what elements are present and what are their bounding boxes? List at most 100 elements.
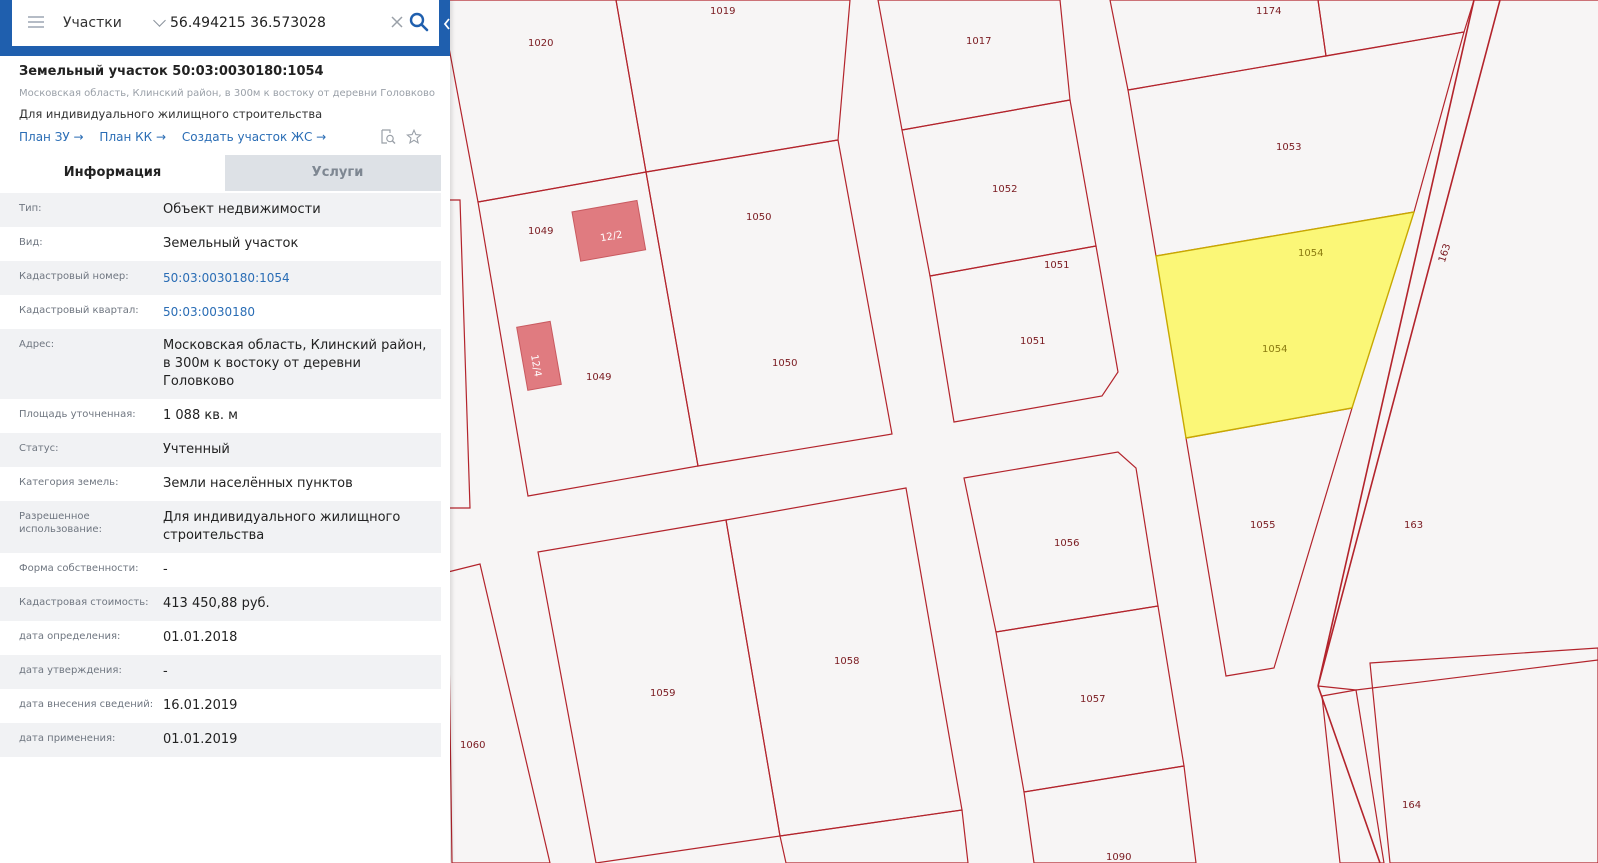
label-1174: 1174 xyxy=(1256,6,1281,17)
parcel-1017 xyxy=(877,0,1071,131)
row-key: Форма собственности: xyxy=(19,563,139,574)
label-1054b: 1054 xyxy=(1262,344,1287,355)
parcel-links: План ЗУ → План КК → Создать участок ЖС → xyxy=(19,130,338,144)
parcel-1060 xyxy=(447,563,551,863)
parcel-1050 xyxy=(645,139,893,467)
parcel-usage: Для индивидуального жилищного строительс… xyxy=(19,107,323,121)
parcel-1020 xyxy=(439,0,647,203)
plan-kk-link[interactable]: План КК → xyxy=(99,130,166,144)
search-input[interactable] xyxy=(170,11,376,35)
row-key: Статус: xyxy=(19,443,59,454)
info-table: Тип: Объект недвижимости Вид: Земельный уча… xyxy=(0,193,441,757)
label-1050a: 1050 xyxy=(746,212,771,223)
chevron-left-icon[interactable] xyxy=(441,12,453,36)
chevron-down-icon xyxy=(152,14,166,27)
label-1052: 1052 xyxy=(992,184,1017,195)
row-value: 01.01.2018 xyxy=(163,630,238,645)
table-row: Кадастровый номер: 50:03:0030180:1054 xyxy=(0,261,441,295)
label-1055: 1055 xyxy=(1250,520,1275,531)
panel-edge xyxy=(441,56,450,863)
row-value-link[interactable]: 50:03:0030180:1054 xyxy=(162,261,441,295)
row-key: Вид: xyxy=(19,237,43,248)
info-tabs: Информация Услуги xyxy=(0,155,450,191)
table-row: Адрес: Московская область, Клинский район… xyxy=(0,329,441,399)
label-1051b: 1051 xyxy=(1020,336,1045,347)
label-1060: 1060 xyxy=(460,740,485,751)
tab-services[interactable]: Услуги xyxy=(225,155,450,191)
label-1051a: 1051 xyxy=(1044,260,1069,271)
table-row: Площадь уточненная: 1 088 кв. м xyxy=(0,399,441,433)
road-163b xyxy=(1317,685,1381,863)
row-key: Кадастровая стоимость: xyxy=(19,597,149,608)
parcel-1090 xyxy=(1023,765,1197,863)
plan-zu-link[interactable]: План ЗУ → xyxy=(19,130,84,144)
parcel-1055 xyxy=(1185,407,1353,677)
tab-information[interactable]: Информация xyxy=(0,155,225,191)
table-row: дата утверждения: - xyxy=(0,655,441,689)
row-value: Учтенный xyxy=(163,442,230,457)
row-key: Категория земель: xyxy=(19,477,119,488)
parcel-1058b xyxy=(779,809,969,863)
row-value: Земельный участок xyxy=(163,236,299,251)
table-row: Кадастровый квартал: 50:03:0030180 xyxy=(0,295,441,329)
star-icon[interactable] xyxy=(406,129,422,145)
table-row: Вид: Земельный участок xyxy=(0,227,441,261)
label-1049b: 1049 xyxy=(586,372,611,383)
close-icon[interactable] xyxy=(390,15,404,29)
table-row: Тип: Объект недвижимости xyxy=(0,193,441,227)
table-row: дата внесения сведений: 16.01.2019 xyxy=(0,689,441,723)
search-icon[interactable] xyxy=(409,12,429,32)
row-key: дата утверждения: xyxy=(19,665,122,676)
label-1054a: 1054 xyxy=(1298,248,1323,259)
table-row: Форма собственности: - xyxy=(0,553,441,587)
layer-select-label: Участки xyxy=(63,15,122,31)
parcel-1174b xyxy=(1317,0,1475,57)
table-row: Категория земель: Земли населённых пункто… xyxy=(0,467,441,501)
label-1059: 1059 xyxy=(650,688,675,699)
document-search-icon[interactable] xyxy=(380,129,396,145)
row-value: Для индивидуального жилищного строительс… xyxy=(163,510,401,543)
road-163c xyxy=(1317,659,1598,691)
table-row: Статус: Учтенный xyxy=(0,433,441,467)
row-value: 01.01.2019 xyxy=(163,732,238,747)
row-key: Разрешенное использование: xyxy=(19,511,102,535)
label-1056: 1056 xyxy=(1054,538,1079,549)
search-box: Участки xyxy=(12,0,439,46)
row-key: Тип: xyxy=(19,203,42,214)
label-163b: 163 xyxy=(1404,520,1423,531)
row-value: Объект недвижимости xyxy=(163,202,321,217)
table-row: Кадастровая стоимость: 413 450,88 руб. xyxy=(0,587,441,621)
row-value-link[interactable]: 50:03:0030180 xyxy=(162,295,441,329)
info-panel: Участки Земельный участок 50:03:0030180:… xyxy=(0,0,450,863)
table-row: дата определения: 01.01.2018 xyxy=(0,621,441,655)
label-1058: 1058 xyxy=(834,656,859,667)
layer-select[interactable]: Участки xyxy=(63,12,166,34)
search-bar: Участки xyxy=(0,0,450,56)
parcel-1051 xyxy=(929,245,1119,423)
row-key: дата определения: xyxy=(19,631,121,642)
row-key: Кадастровый номер: xyxy=(19,271,129,282)
row-value: - xyxy=(163,562,168,577)
create-parcel-link[interactable]: Создать участок ЖС → xyxy=(182,130,326,144)
label-1019: 1019 xyxy=(710,6,735,17)
row-value: 1 088 кв. м xyxy=(163,408,238,423)
row-value: - xyxy=(163,664,168,679)
parcel-163-right xyxy=(1369,647,1598,863)
label-163a: 163 xyxy=(1437,242,1453,264)
label-1049a: 1049 xyxy=(528,226,553,237)
row-value: Московская область, Клинский район, в 30… xyxy=(163,338,427,389)
label-1057: 1057 xyxy=(1080,694,1105,705)
parcel-address-short: Московская область, Клинский район, в 30… xyxy=(19,88,436,99)
row-value: Земли населённых пунктов xyxy=(163,476,353,491)
menu-icon[interactable] xyxy=(28,16,44,28)
label-1090: 1090 xyxy=(1106,852,1131,863)
row-key: дата применения: xyxy=(19,733,116,744)
label-1050b: 1050 xyxy=(772,358,797,369)
row-key: Площадь уточненная: xyxy=(19,409,136,420)
page-title: Земельный участок 50:03:0030180:1054 xyxy=(19,64,324,79)
label-164: 164 xyxy=(1402,800,1421,811)
row-key: Кадастровый квартал: xyxy=(19,305,139,316)
row-key: дата внесения сведений: xyxy=(19,699,154,710)
table-row: Разрешенное использование: Для индивидуал… xyxy=(0,501,441,553)
row-key: Адрес: xyxy=(19,339,55,350)
